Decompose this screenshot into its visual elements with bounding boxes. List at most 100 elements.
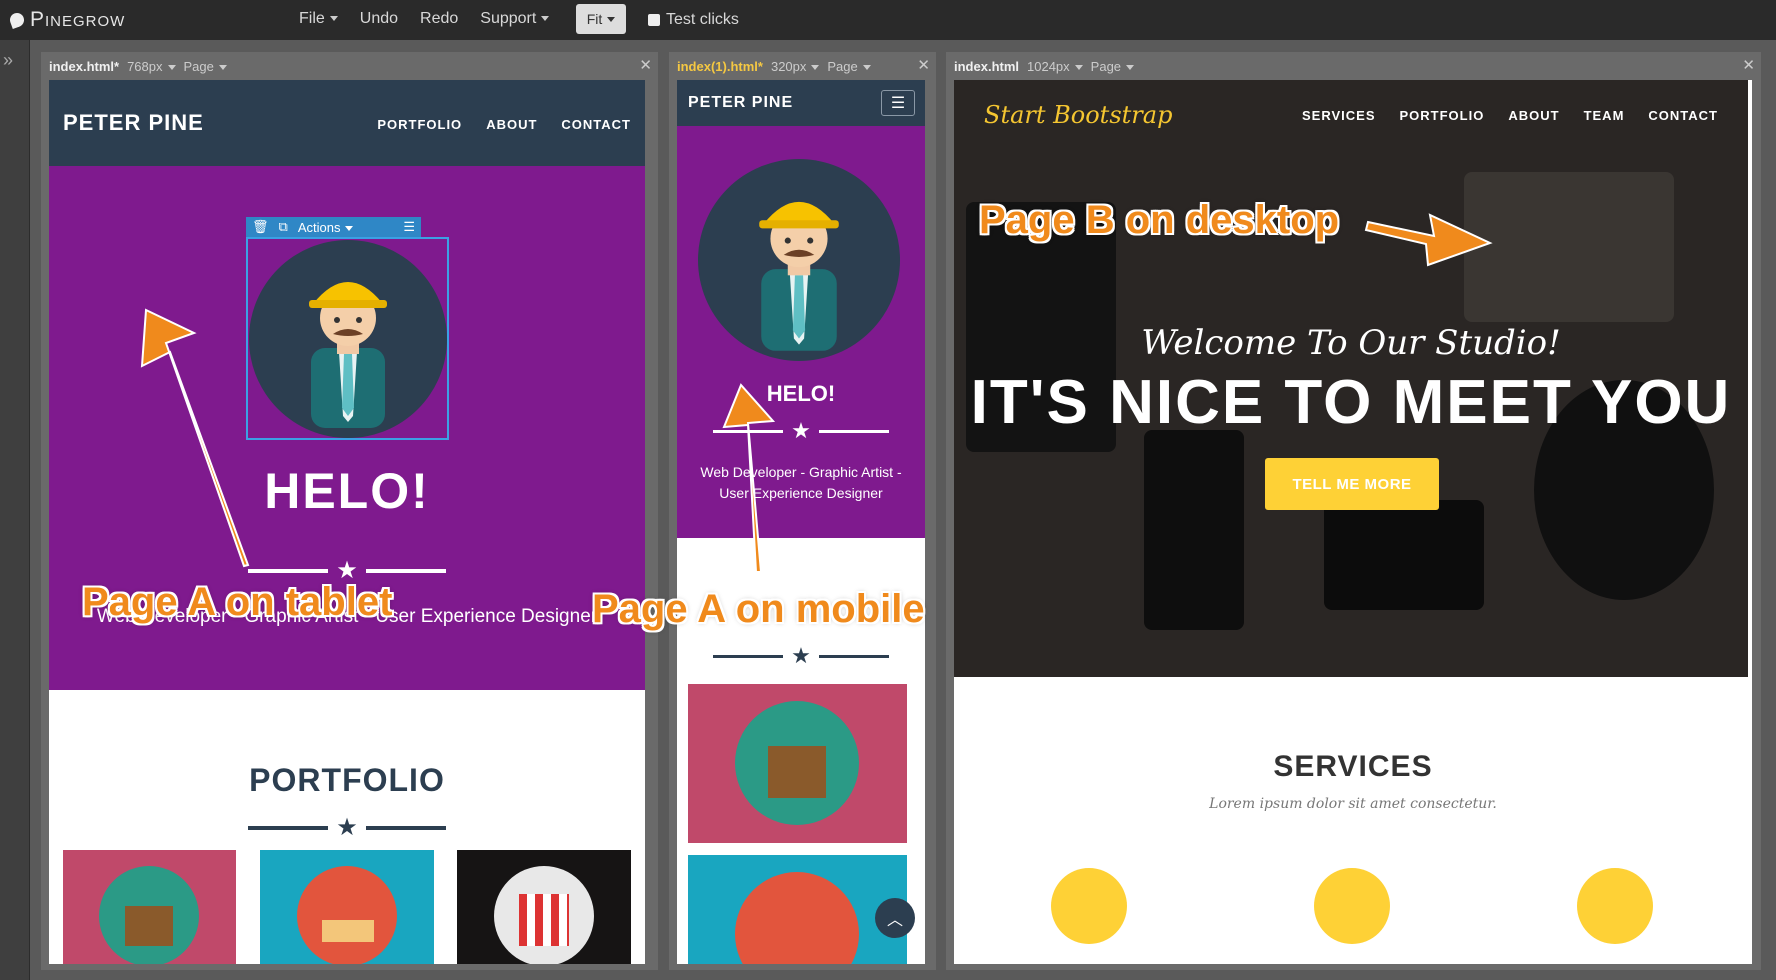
hero-heading[interactable]: HELO! <box>49 462 645 520</box>
element-actions-toolbar: 🗑 ⧉ Actions ☰ <box>246 217 421 237</box>
menu-file[interactable]: File <box>299 10 338 28</box>
hero-tagline-line-2: User Experience Designer <box>719 485 883 501</box>
avatar-illustration <box>309 282 387 428</box>
nav-portfolio[interactable]: PORTFOLIO <box>1400 108 1485 123</box>
portfolio-tile-circus[interactable] <box>457 850 631 964</box>
service-icon-lock <box>1577 868 1653 944</box>
phone-image <box>1144 430 1244 630</box>
portfolio-title[interactable]: PORTFOLIO <box>49 762 645 799</box>
portfolio-tile-cake[interactable] <box>688 855 907 964</box>
menu-support-label: Support <box>480 10 537 27</box>
nav-contact[interactable]: CONTACT <box>561 117 631 132</box>
chevron-up-icon: ︿ <box>886 912 903 929</box>
expand-chevrons-icon[interactable]: » <box>3 50 13 71</box>
hero-tagline-line-1: Web Developer - Graphic Artist - <box>700 464 902 480</box>
caret-down-icon <box>541 16 550 22</box>
hero-welcome[interactable]: Welcome To Our Studio! <box>954 323 1748 363</box>
panel-page-select[interactable]: Page <box>184 59 227 74</box>
page-b-nav-links: SERVICES PORTFOLIO ABOUT TEAM CONTACT <box>1302 108 1718 123</box>
panel-filename[interactable]: index.html <box>954 59 1019 74</box>
page-b-navbar: Start Bootstrap SERVICES PORTFOLIO ABOUT… <box>954 80 1748 150</box>
services-subtitle[interactable]: Lorem ipsum dolor sit amet consectetur. <box>954 796 1752 812</box>
page-a-navbar-mobile: PETER PINE ☰ <box>677 80 925 126</box>
panel-width-select[interactable]: 1024px <box>1027 59 1083 74</box>
portfolio-tile-cabin[interactable] <box>688 684 907 843</box>
panel-page-label: Page <box>1090 58 1122 74</box>
menu-support[interactable]: Support <box>480 10 550 28</box>
main-menu: File Undo Redo Support <box>299 10 550 28</box>
panel-page-label: Page <box>827 58 858 74</box>
close-icon[interactable]: ✕ <box>1742 56 1755 74</box>
divider-line <box>365 826 446 830</box>
annotation-mobile: Page A on mobile <box>592 587 925 631</box>
app-name: Pinegrow <box>30 8 126 31</box>
portfolio-tile-cake[interactable] <box>260 850 434 964</box>
divider-line <box>818 429 889 433</box>
left-gutter: » <box>0 40 30 980</box>
caret-down-icon <box>218 64 227 70</box>
nav-services[interactable]: SERVICES <box>1302 108 1376 123</box>
page-b-brand[interactable]: Start Bootstrap <box>984 101 1172 129</box>
caret-down-icon <box>607 16 616 22</box>
hamburger-menu-button[interactable]: ☰ <box>881 90 915 116</box>
nav-contact[interactable]: CONTACT <box>1648 108 1718 123</box>
mobile-viewport: PETER PINE ☰ HELO! ★ Web Developer - Gra… <box>677 80 925 964</box>
menu-file-label: File <box>299 10 325 27</box>
scroll-top-button[interactable]: ︿ <box>875 898 915 938</box>
nav-about[interactable]: ABOUT <box>486 117 537 132</box>
panel-filename[interactable]: index.html* <box>49 59 119 74</box>
nav-about[interactable]: ABOUT <box>1508 108 1559 123</box>
fit-button-label: Fit <box>586 11 603 27</box>
test-clicks-toggle[interactable]: Test clicks <box>648 11 739 29</box>
panel-width-select[interactable]: 320px <box>771 59 820 74</box>
star-divider: ★ <box>677 420 925 442</box>
hero-headline[interactable]: IT'S NICE TO MEET YOU <box>954 367 1748 438</box>
caret-down-icon <box>862 64 871 70</box>
hamburger-icon[interactable]: ☰ <box>403 219 415 235</box>
actions-dropdown[interactable]: Actions <box>298 220 354 235</box>
menu-undo[interactable]: Undo <box>360 10 398 28</box>
caret-down-icon <box>167 64 176 70</box>
divider-line <box>365 569 446 573</box>
app-toolbar: Pinegrow File Undo Redo Support Fit Test… <box>0 0 1776 40</box>
hero-heading[interactable]: HELO! <box>677 381 925 407</box>
trash-icon[interactable]: 🗑 <box>252 219 269 235</box>
nav-portfolio[interactable]: PORTFOLIO <box>377 117 462 132</box>
close-icon[interactable]: ✕ <box>917 56 930 74</box>
fit-button[interactable]: Fit <box>576 4 626 34</box>
panel-page-select[interactable]: Page <box>827 58 871 74</box>
avatar[interactable] <box>249 240 447 438</box>
portfolio-tile-cabin[interactable] <box>63 850 236 964</box>
hero-tagline[interactable]: Web Developer - Graphic Artist - User Ex… <box>677 462 925 504</box>
tell-me-more-button[interactable]: TELL ME MORE <box>1265 458 1439 510</box>
page-a-navbar: PETER PINE PORTFOLIO ABOUT CONTACT <box>49 80 645 166</box>
page-a-brand[interactable]: PETER PINE <box>63 110 204 136</box>
duplicate-icon[interactable]: ⧉ <box>279 219 288 235</box>
divider-line <box>713 654 784 658</box>
star-divider: ★ <box>677 645 925 667</box>
panel-tablet-header: index.html* 768px Page <box>41 52 658 80</box>
page-a-nav-links: PORTFOLIO ABOUT CONTACT <box>377 117 631 132</box>
test-clicks-checkbox[interactable] <box>648 14 660 26</box>
star-divider: ★ <box>49 816 645 840</box>
star-icon: ★ <box>791 643 811 668</box>
circus-tent-icon <box>519 894 569 946</box>
avatar-illustration <box>759 201 839 351</box>
panel-page-label: Page <box>183 58 214 74</box>
cake-illustration <box>297 866 397 964</box>
avatar[interactable] <box>698 159 900 361</box>
caret-down-icon <box>1126 64 1135 70</box>
panel-width-select[interactable]: 768px <box>127 58 176 74</box>
page-a-brand[interactable]: PETER PINE <box>688 94 793 112</box>
service-icon-cart <box>1051 868 1127 944</box>
panel-filename[interactable]: index(1).html* <box>677 59 763 74</box>
pinegrow-leaf-icon <box>8 11 26 29</box>
menu-redo[interactable]: Redo <box>420 10 458 28</box>
panel-mobile-header: index(1).html* 320px Page <box>669 52 936 80</box>
panel-page-select[interactable]: Page <box>1090 58 1135 74</box>
cake-slice-icon <box>322 920 374 942</box>
panel-width-label: 768px <box>127 58 163 74</box>
services-title[interactable]: SERVICES <box>954 750 1752 784</box>
nav-team[interactable]: TEAM <box>1584 108 1625 123</box>
close-icon[interactable]: ✕ <box>639 56 652 74</box>
